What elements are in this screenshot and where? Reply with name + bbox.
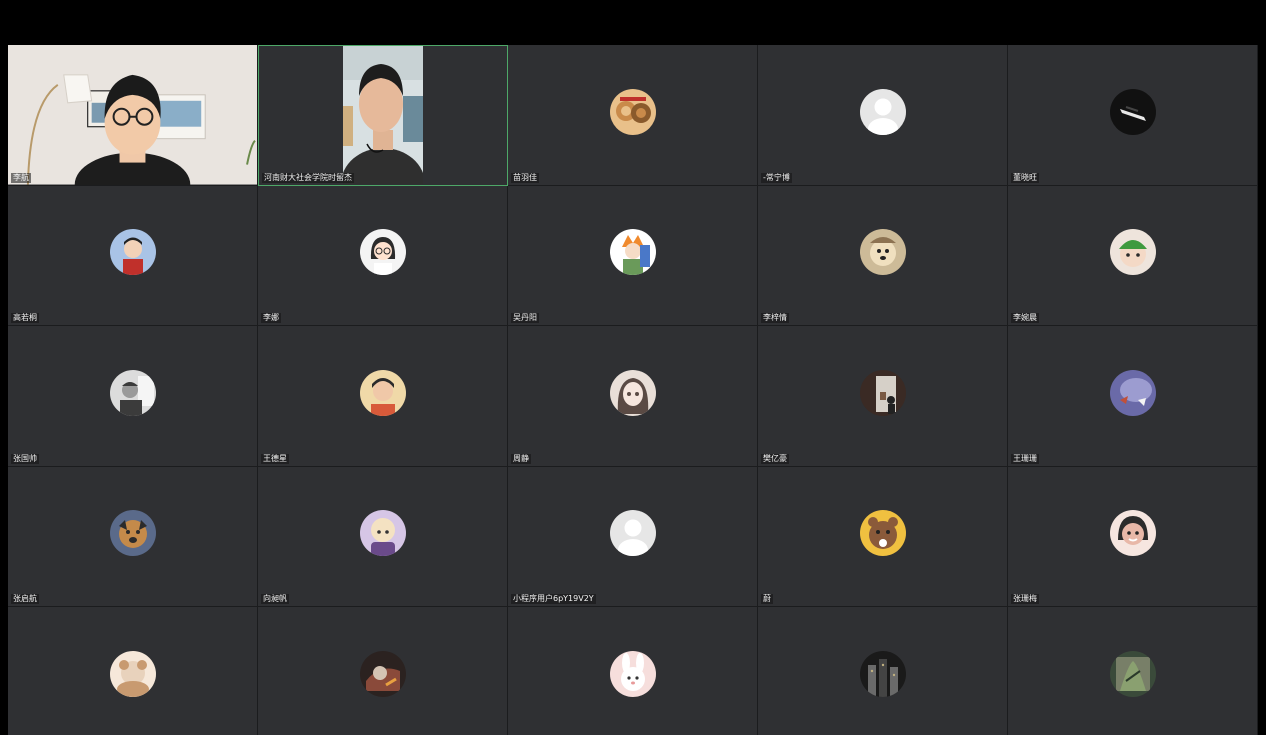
- baby-hat-avatar-icon: [1109, 229, 1156, 276]
- participant-name: 蔚: [761, 594, 773, 604]
- participant-tile[interactable]: [508, 607, 758, 735]
- participant-name: 张国帅: [11, 453, 39, 464]
- participant-tile[interactable]: 小程序用户6pY19V2Y: [508, 466, 758, 607]
- participant-tile[interactable]: 李航: [8, 45, 258, 186]
- participant-tile[interactable]: 吴丹阳: [508, 185, 758, 326]
- bear-avatar-icon: [859, 510, 906, 557]
- bw-portrait-avatar-icon: [109, 369, 156, 416]
- participant-name: 向昶帆: [261, 594, 289, 604]
- participant-tile[interactable]: 李娜: [258, 185, 508, 326]
- participant-tile[interactable]: 向昶帆: [258, 466, 508, 607]
- dark-photo-avatar-icon: [359, 650, 406, 697]
- participant-name: 王德星: [261, 453, 289, 464]
- participant-video-grid: 李航 河南财大社会学院时留杰 苗羽佳 -常宁博 董晓旺高若桐 李娜 吴丹阳 李梓情 李婉晨张国…: [8, 45, 1258, 735]
- participant-tile[interactable]: 高若桐: [8, 185, 258, 326]
- participant-tile[interactable]: 李婉晨: [1008, 185, 1258, 326]
- participant-tile[interactable]: 蔚: [758, 466, 1008, 607]
- participant-name: 张珊梅: [1011, 594, 1039, 604]
- room-scene-avatar-icon: [859, 369, 906, 416]
- participant-tile[interactable]: 王德星: [258, 326, 508, 467]
- participant-tile[interactable]: 周静: [508, 326, 758, 467]
- participant-video: [8, 45, 257, 185]
- participant-tile[interactable]: 樊亿豪: [758, 326, 1008, 467]
- bunny-avatar-icon: [609, 650, 656, 697]
- anime-boy-avatar-icon: [609, 229, 656, 276]
- dark-object-avatar-icon: [1109, 88, 1156, 135]
- participant-name: 张启航: [11, 594, 39, 604]
- participant-tile[interactable]: -常宁博: [758, 45, 1008, 186]
- default-user-avatar-icon: [609, 510, 656, 557]
- participant-name: 高若桐: [11, 313, 39, 323]
- girl-drawing-avatar-icon: [609, 369, 656, 416]
- participant-video: [343, 46, 423, 184]
- little-girl-avatar-icon: [1109, 510, 1156, 557]
- plant-photo-avatar-icon: [1109, 650, 1156, 697]
- participant-tile[interactable]: [258, 607, 508, 735]
- child-photo-avatar-icon: [109, 229, 156, 276]
- participant-name: -常宁博: [761, 172, 792, 183]
- participant-name: 李梓情: [761, 313, 789, 323]
- participant-tile[interactable]: [758, 607, 1008, 735]
- participant-tile[interactable]: 董晓旺: [1008, 45, 1258, 186]
- participant-name: 河南财大社会学院时留杰: [262, 172, 354, 183]
- participant-name: 周静: [511, 453, 531, 464]
- dog-avatar-icon: [859, 229, 906, 276]
- participant-tile[interactable]: 张珊梅: [1008, 466, 1258, 607]
- participant-name: 王珊珊: [1011, 453, 1039, 464]
- participant-tile[interactable]: 苗羽佳: [508, 45, 758, 186]
- meeting-window: 李航 河南财大社会学院时留杰 苗羽佳 -常宁博 董晓旺高若桐 李娜 吴丹阳 李梓情 李婉晨张国…: [0, 0, 1266, 735]
- participant-tile[interactable]: [1008, 607, 1258, 735]
- participant-tile[interactable]: [8, 607, 258, 735]
- cats-avatar-icon: [609, 88, 656, 135]
- night-city-avatar-icon: [859, 650, 906, 697]
- participant-name: 小程序用户6pY19V2Y: [511, 594, 596, 604]
- participant-tile[interactable]: 王珊珊: [1008, 326, 1258, 467]
- participant-name: 樊亿豪: [761, 453, 789, 464]
- default-user-avatar-icon: [859, 88, 906, 135]
- participant-name: 苗羽佳: [511, 172, 539, 183]
- participant-name: 李航: [11, 172, 31, 183]
- cartoon-bald-avatar-icon: [359, 510, 406, 557]
- participant-name: 吴丹阳: [511, 313, 539, 323]
- cartoon-girl-avatar-icon: [359, 229, 406, 276]
- participant-name: 董晓旺: [1011, 172, 1039, 183]
- dog-photo-avatar-icon: [109, 510, 156, 557]
- participant-tile[interactable]: 河南财大社会学院时留杰: [258, 45, 508, 186]
- participant-name: 李婉晨: [1011, 313, 1039, 323]
- toy-dog-avatar-icon: [109, 650, 156, 697]
- purple-art-avatar-icon: [1109, 369, 1156, 416]
- boy-photo-avatar-icon: [359, 369, 406, 416]
- participant-tile[interactable]: 张启航: [8, 466, 258, 607]
- participant-tile[interactable]: 李梓情: [758, 185, 1008, 326]
- participant-tile[interactable]: 张国帅: [8, 326, 258, 467]
- participant-name: 李娜: [261, 313, 281, 323]
